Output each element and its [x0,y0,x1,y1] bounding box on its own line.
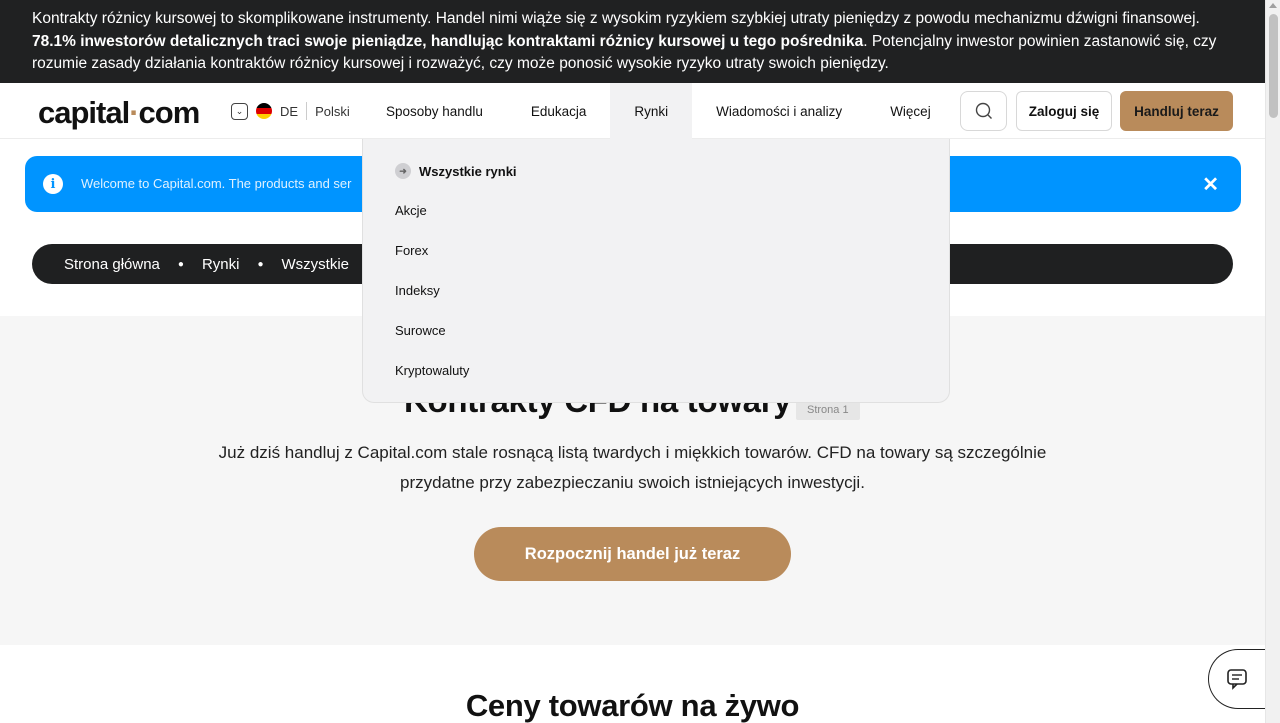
logo-text-capital: capital [38,95,130,130]
all-markets-label: Wszystkie rynki [419,163,517,179]
start-trading-button[interactable]: Rozpocznij handel już teraz [474,527,791,581]
dropdown-item-surowce[interactable]: Surowce [395,323,446,338]
language-label: Polski [315,103,350,119]
divider [306,102,308,120]
risk-text-intro: Kontrakty różnicy kursowej to skomplikow… [32,10,1200,27]
chat-button[interactable] [1208,649,1268,709]
germany-flag-icon [256,103,272,119]
nav-sposoby-handlu[interactable]: Sposoby handlu [362,83,507,139]
close-icon[interactable]: ✕ [1202,172,1219,197]
info-icon: i [43,174,63,194]
breadcrumb-wszystkie[interactable]: Wszystkie [282,256,350,273]
nav-wiecej[interactable]: Więcej [866,83,955,139]
info-text: Welcome to Capital.com. The products and… [81,176,352,191]
section-heading: Ceny towarów na żywo [465,688,800,723]
capital-logo[interactable]: capital·com [38,95,201,131]
breadcrumb-home[interactable]: Strona główna [64,256,160,273]
scrollbar-thumb[interactable] [1269,14,1278,118]
scroll-up-arrow[interactable] [1269,3,1277,8]
page-scrollbar[interactable] [1265,0,1280,723]
markets-dropdown: ➜ Wszystkie rynki Akcje Forex Indeksy Su… [362,139,950,403]
risk-text-bold: 78.1% inwestorów detalicznych traci swoj… [32,32,864,50]
nav-edukacja[interactable]: Edukacja [507,83,611,139]
breadcrumb-separator: ● [177,258,184,270]
nav-rynki[interactable]: Rynki [610,83,693,139]
breadcrumb-rynki[interactable]: Rynki [202,256,240,273]
hero-description: Już dziś handluj z Capital.com stale ros… [218,443,1047,492]
login-button[interactable]: Zaloguj się [1016,91,1112,131]
nav-wiadomosci[interactable]: Wiadomości i analizy [692,83,866,139]
chat-icon [1226,669,1247,690]
dropdown-all-markets[interactable]: ➜ Wszystkie rynki [395,163,517,179]
site-header: capital·com ⌄ DE Polski Sposoby handlu E… [0,83,1265,139]
breadcrumb-separator: ● [257,258,264,270]
search-button[interactable] [960,91,1007,131]
logo-text-com: com [138,95,201,130]
chevron-down-icon[interactable]: ⌄ [231,102,248,120]
search-icon [975,102,992,119]
country-code: DE [280,103,299,119]
dropdown-item-kryptowaluty[interactable]: Kryptowaluty [395,363,469,378]
logo-dot: · [129,95,139,130]
page-number-badge: Strona 1 [796,400,860,420]
trade-now-button[interactable]: Handluj teraz [1120,91,1233,131]
arrow-right-icon: ➜ [395,163,411,179]
risk-warning-banner: Kontrakty różnicy kursowej to skomplikow… [0,0,1265,83]
dropdown-item-akcje[interactable]: Akcje [395,203,427,218]
main-nav: Sposoby handlu Edukacja Rynki Wiadomości… [362,83,955,139]
dropdown-item-forex[interactable]: Forex [395,243,428,258]
dropdown-item-indeksy[interactable]: Indeksy [395,283,440,298]
language-selector[interactable]: ⌄ DE Polski [231,101,350,121]
